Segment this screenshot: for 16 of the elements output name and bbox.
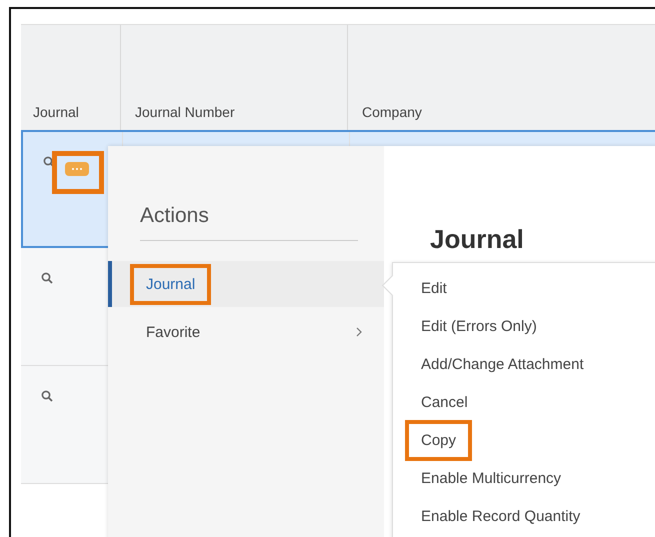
search-icon[interactable] [41, 390, 53, 402]
menu-item[interactable]: Favorite [108, 309, 384, 355]
menu-item[interactable]: Journal [108, 261, 384, 307]
search-icon[interactable] [43, 156, 55, 168]
chevron-icon [356, 327, 362, 337]
menu-title: Actions [140, 204, 358, 241]
menu-item[interactable]: Cancel [393, 383, 655, 421]
menu-item[interactable]: Copy [393, 421, 655, 459]
more-icon [71, 167, 83, 171]
panel-title: Journal [430, 224, 525, 255]
search-icon[interactable] [41, 272, 53, 284]
menu-item[interactable]: Add/Change Attachment [393, 345, 655, 383]
menu-item[interactable]: Edit (Errors Only) [393, 307, 655, 345]
menu-item[interactable]: Edit [393, 269, 655, 307]
menu-item[interactable]: Enable Record Quantity [393, 497, 655, 535]
menu-item[interactable]: Enable Multicurrency [393, 459, 655, 497]
